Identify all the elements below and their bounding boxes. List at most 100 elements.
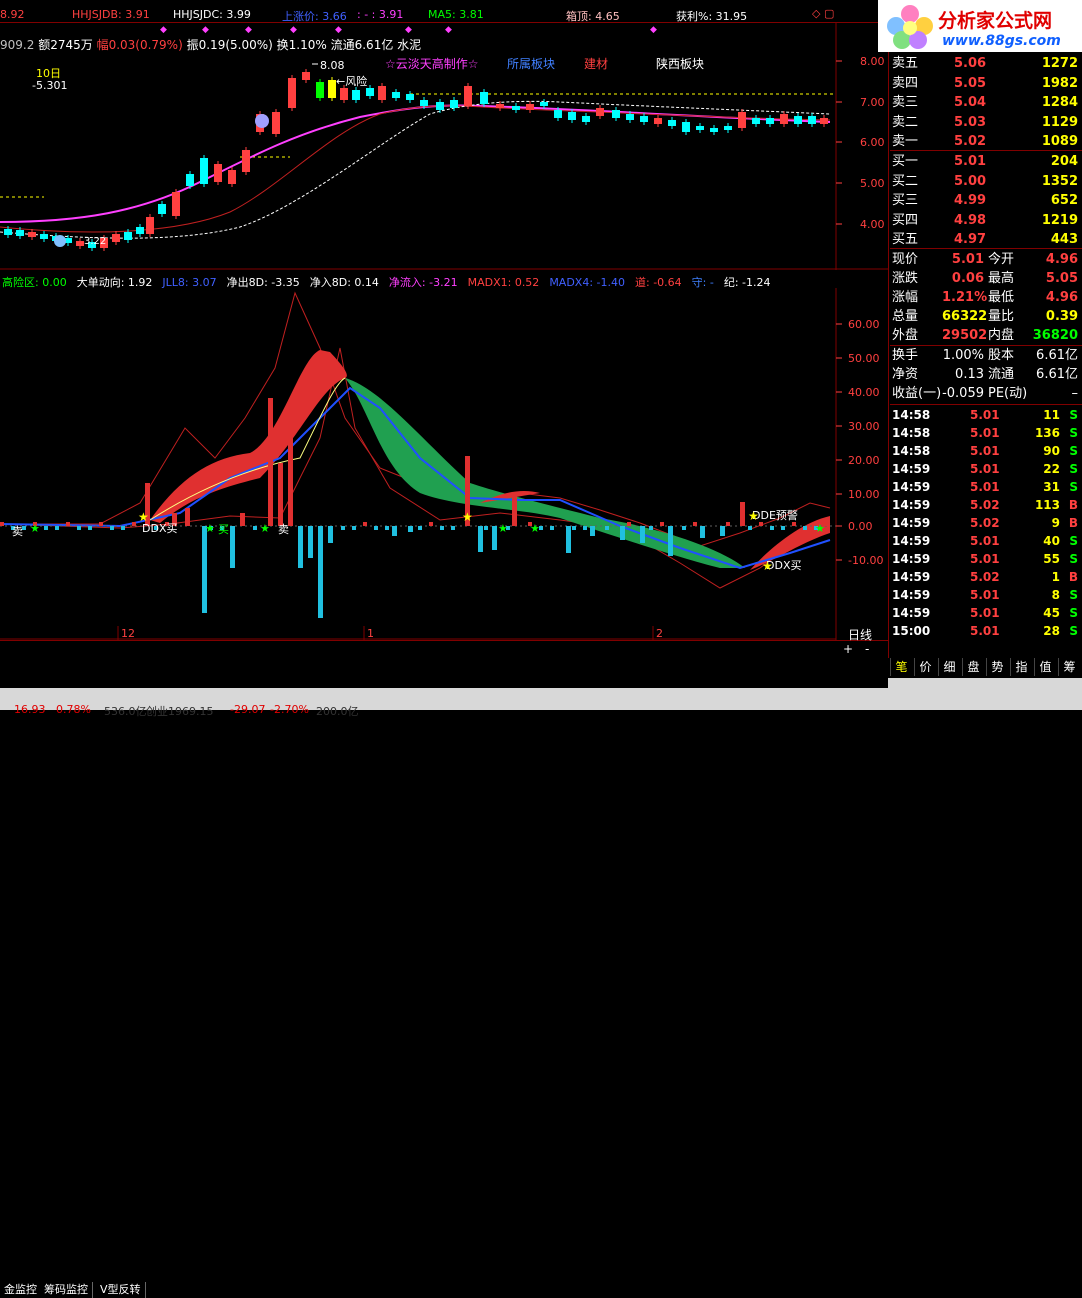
ddx-bar — [288, 428, 293, 526]
ddx-bar — [202, 526, 207, 613]
ddx-y-tick: -10.00 — [848, 554, 883, 567]
side-tab[interactable]: 盘 — [962, 658, 984, 676]
book-volume: 1219 — [1041, 212, 1078, 228]
book-price: 4.97 — [954, 232, 987, 247]
dde-alert-label: DDE预警 — [752, 508, 798, 522]
svg-text:◆: ◆ — [290, 25, 297, 35]
tick-row: 14:58 5.01 90 S — [890, 442, 1082, 460]
tab-chip-monitor[interactable]: 筹码监控 — [40, 1282, 93, 1298]
quote-value: 0.39 — [1045, 309, 1078, 324]
tick-side: S — [1069, 408, 1078, 422]
period-selector[interactable]: 日线 — [848, 626, 872, 643]
candle — [526, 104, 534, 110]
ask-row[interactable]: 卖五 5.06 1272 — [890, 54, 1082, 73]
fund-value: – — [1071, 386, 1079, 401]
tab-fund-monitor[interactable]: 金监控 — [0, 1282, 42, 1298]
bid-row[interactable]: 买一 5.01 204 — [890, 152, 1082, 171]
ddx-bar — [770, 526, 774, 530]
ddx-bar — [121, 526, 125, 530]
ddx-bar — [374, 526, 378, 530]
low-price-label: 3.22 — [84, 236, 106, 247]
side-tab[interactable]: 细 — [938, 658, 960, 676]
candle — [780, 114, 788, 124]
candle — [540, 102, 548, 106]
svg-text:★: ★ — [762, 559, 773, 573]
ddx-bar — [693, 522, 697, 526]
candle — [682, 122, 690, 132]
fund-label: 换手 — [892, 348, 919, 363]
side-tab[interactable]: 值 — [1034, 658, 1056, 676]
tick-volume: 8 — [1051, 588, 1060, 602]
ddx-bar — [620, 526, 625, 540]
ddx-bar — [748, 526, 752, 530]
tick-row: 14:59 5.01 40 S — [890, 532, 1082, 550]
fund-value: 6.61亿 — [1036, 348, 1078, 363]
side-tab[interactable]: 指 — [1010, 658, 1032, 676]
book-volume: 1352 — [1041, 173, 1078, 189]
bid-row[interactable]: 买四 4.98 1219 — [890, 211, 1082, 230]
tick-price: 5.01 — [970, 606, 1000, 620]
book-price: 5.06 — [954, 56, 987, 71]
window-control-icon[interactable]: ◇ ▢ — [812, 7, 834, 20]
quote-value: 1.21% — [942, 290, 988, 305]
candle — [228, 170, 236, 184]
candle — [420, 100, 428, 106]
ask-row[interactable]: 卖一 5.02 1089 — [890, 132, 1082, 151]
ddx-bar — [55, 526, 59, 530]
ddx-indicator-chart[interactable]: 60.00 50.00 40.00 30.00 20.00 10.00 0.00 -10.00… — [0, 288, 888, 640]
tick-volume: 28 — [1043, 624, 1060, 638]
tick-time: 14:59 — [892, 588, 931, 602]
tick-time: 14:59 — [892, 480, 931, 494]
ddx-bar — [660, 522, 664, 526]
svg-text:◆: ◆ — [202, 25, 209, 35]
candle — [496, 104, 504, 108]
ddx-bar — [451, 526, 455, 530]
ddx-bar — [792, 522, 796, 526]
zoom-out-button[interactable]: - — [865, 642, 869, 656]
tick-time: 14:59 — [892, 570, 931, 584]
ddx-bar — [781, 526, 785, 530]
tick-side: S — [1069, 624, 1078, 638]
side-tab[interactable]: 价 — [914, 658, 936, 676]
book-label: 买二 — [892, 173, 919, 189]
quote-row: 涨跌 0.06 最高 5.05 — [890, 269, 1082, 288]
tick-price: 5.01 — [970, 480, 1000, 494]
bid-row[interactable]: 买二 5.00 1352 — [890, 172, 1082, 191]
tick-volume: 136 — [1034, 426, 1060, 440]
tick-time: 14:59 — [892, 498, 931, 512]
status-bar: 16.93 0.78% 536.0亿 创业1969.15 -29.07 -2.7… — [0, 688, 888, 718]
ask-row[interactable]: 卖二 5.03 1129 — [890, 113, 1082, 132]
tick-time: 14:59 — [892, 462, 931, 476]
side-tab[interactable]: 筹 — [1058, 658, 1080, 676]
candle — [668, 120, 676, 126]
tick-price: 5.01 — [970, 444, 1000, 458]
logo-url[interactable]: www.88gs.com — [942, 33, 1061, 49]
candle — [724, 126, 732, 130]
bid-row[interactable]: 买五 4.97 443 — [890, 230, 1082, 249]
ask-row[interactable]: 卖四 5.05 1982 — [890, 74, 1082, 93]
candle — [612, 110, 620, 118]
ddx-y-tick: 40.00 — [848, 386, 880, 399]
tab-v-reversal[interactable]: V型反转 — [96, 1282, 146, 1298]
zoom-in-button[interactable]: + — [843, 642, 853, 656]
fund-value: 6.61亿 — [1036, 367, 1078, 382]
tick-time: 15:00 — [892, 624, 931, 638]
tick-row: 14:59 5.02 1 B — [890, 568, 1082, 586]
bid-row[interactable]: 买三 4.99 652 — [890, 191, 1082, 210]
ddx-bar — [110, 526, 114, 530]
ddx-y-axis: 60.00 50.00 40.00 30.00 20.00 10.00 0.00 -10.00 — [836, 318, 883, 567]
kline-chart[interactable]: 8.00 7.00 6.00 5.00 4.00 ◆ ◆ ◆ ◆ ◆ ◆ ◆ ◆ 10日 … — [0, 22, 888, 270]
candle — [112, 234, 120, 242]
tick-volume: 113 — [1034, 498, 1060, 512]
quote-label: 涨幅 — [892, 290, 919, 305]
book-divider — [890, 248, 1082, 249]
side-tab[interactable]: 势 — [986, 658, 1008, 676]
book-volume: 1089 — [1041, 134, 1078, 149]
tick-volume: 22 — [1043, 462, 1060, 476]
tick-volume: 31 — [1043, 480, 1060, 494]
ddx-bar — [440, 526, 444, 530]
ddx-bar — [550, 526, 554, 530]
side-tab[interactable]: 笔 — [890, 658, 912, 676]
book-label: 卖二 — [892, 114, 919, 130]
ask-row[interactable]: 卖三 5.04 1284 — [890, 93, 1082, 112]
